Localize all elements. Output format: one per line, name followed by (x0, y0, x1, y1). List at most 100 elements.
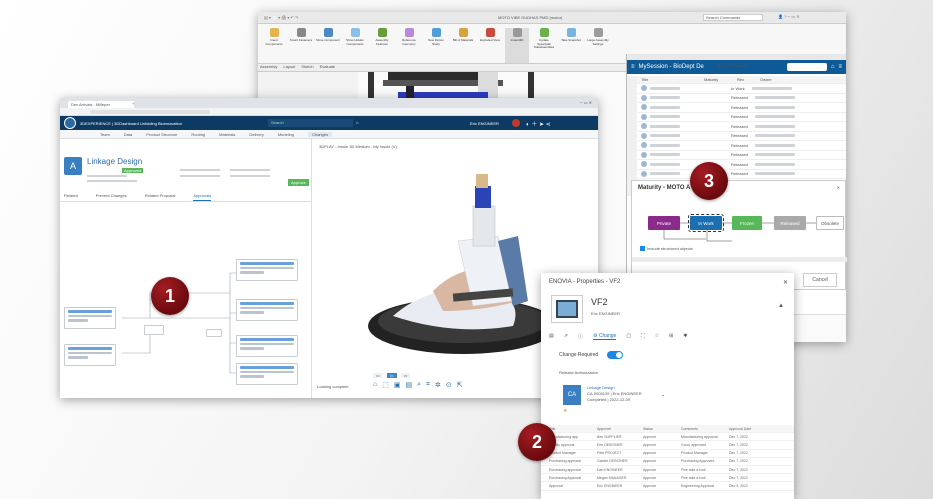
section-icon[interactable]: ▤ (405, 381, 412, 391)
settings-icon[interactable]: ✱ (683, 333, 687, 340)
share-icon[interactable]: ⇱ (457, 381, 463, 391)
view-mode-tab[interactable]: ▭ (400, 373, 411, 378)
camera-icon[interactable]: ⊙ (446, 381, 452, 391)
list-item[interactable]: Released (637, 141, 846, 151)
table-row[interactable]: Purchasing Approval Megan MANAGER Approve F… (541, 474, 794, 483)
sw-tool-active[interactable]: Instant3D (505, 28, 529, 63)
cancel-button[interactable]: Cancel (803, 273, 837, 287)
cube-icon[interactable]: ▣ (394, 381, 401, 391)
ca-title[interactable]: Linkage Design (587, 385, 615, 390)
tab-data[interactable]: Data (124, 132, 132, 137)
tab-approvals[interactable]: Approvals (193, 193, 212, 201)
grid-icon[interactable]: ⊞ (669, 333, 673, 340)
zoom-icon[interactable]: ⌕ (417, 381, 421, 391)
sw-tool[interactable]: Insert Components (262, 28, 286, 63)
checkbox-checked-icon[interactable] (640, 246, 645, 251)
list-item[interactable]: Released (637, 94, 846, 103)
panel-side-toolbar[interactable] (627, 76, 637, 196)
approval-node[interactable] (64, 307, 116, 329)
expand-icon[interactable]: ⛶ (641, 333, 645, 340)
sw-tool[interactable]: Take Snapshot (559, 28, 583, 63)
tab-routing[interactable]: Routing (191, 132, 205, 137)
tab-change[interactable]: ⚙ Change (592, 333, 617, 340)
calendar-icon[interactable]: ▤ (549, 333, 554, 340)
approve-button[interactable]: Approve (288, 179, 309, 186)
user-name[interactable]: Eric ENGINEER (470, 121, 499, 126)
menu-icon[interactable]: ≡ (838, 64, 842, 70)
approval-node[interactable] (64, 344, 116, 366)
change-required-toggle[interactable] (607, 351, 623, 359)
tab-evaluate[interactable]: Evaluate (320, 64, 336, 71)
tab-layout[interactable]: Layout (283, 64, 295, 71)
view-mode-tab[interactable]: ▭ (373, 373, 383, 378)
header-action-icons[interactable]: ◐ ＋ ➤ ⋖ (526, 119, 551, 128)
sw-tool[interactable]: Update Speedpak Subassemblies (532, 28, 556, 63)
search-input[interactable]: Search (268, 119, 353, 127)
sw-tool[interactable]: Assembly Features (370, 28, 394, 63)
sw-search-input[interactable]: Search Commands (703, 14, 763, 21)
list-item[interactable]: Released (637, 132, 846, 141)
include-checkbox-row[interactable]: Include structured objects (640, 246, 693, 251)
state-obsolete[interactable]: Obsolete (816, 216, 844, 230)
tab-prevent-changes[interactable]: Prevent Changes (96, 193, 127, 201)
approval-node[interactable] (236, 299, 298, 321)
session-label[interactable]: MySession - BioDept De (639, 64, 704, 70)
sw-tool[interactable]: Move Component (316, 28, 340, 63)
tab-modeling[interactable]: Modeling (278, 132, 294, 137)
tab-related-proposal[interactable]: Related Proposal (145, 193, 176, 201)
approval-node[interactable] (236, 335, 298, 357)
list-item[interactable]: Released (637, 151, 846, 160)
sw-tool[interactable]: Smart Fasteners (289, 28, 313, 63)
chat-icon[interactable]: ▢ (626, 333, 631, 340)
table-row[interactable]: Approval Eric ENGINEER Approve Engineering … (541, 482, 794, 491)
address-bar[interactable] (60, 108, 598, 116)
list-item[interactable]: Released (637, 160, 846, 170)
link-icon[interactable]: ⇗ (564, 333, 568, 340)
sw-tool[interactable]: Reference Geometry (397, 28, 421, 63)
compass-icon[interactable] (64, 117, 76, 129)
sw-tool[interactable]: Exploded View (478, 28, 502, 63)
home-icon[interactable]: ⌂ (373, 381, 377, 391)
sw-quick-access[interactable]: ▤ ▾ 📄 ▾ 🖨 ▾ ↶ ↷ (264, 15, 298, 20)
tag-icon[interactable]: ⌂ (831, 64, 835, 70)
table-row[interactable]: Purchasing approval Gabbie DESIGNER Approv… (541, 458, 794, 466)
tab-delivery[interactable]: Delivery (249, 132, 263, 137)
chevron-down-icon[interactable]: ⌄ (661, 392, 665, 398)
state-frozen[interactable]: Frozen (732, 216, 762, 230)
state-in-work[interactable]: In Work (688, 214, 724, 232)
measure-icon[interactable]: ⌗ (426, 381, 430, 391)
scrollbar[interactable] (632, 257, 847, 262)
tab-changes[interactable]: Changes (308, 131, 333, 137)
list-item[interactable]: In Work (637, 84, 846, 94)
tag-icon[interactable]: ⌂ (356, 120, 358, 125)
approval-node[interactable] (236, 363, 298, 385)
state-private[interactable]: Private (648, 216, 680, 230)
table-row[interactable]: Quality approval Erin DESIGNER Approve Good… (541, 441, 794, 450)
avatar[interactable] (512, 119, 520, 127)
tab-related[interactable]: Related (64, 193, 78, 201)
list-item[interactable]: Released (637, 122, 846, 132)
join-node[interactable] (206, 329, 222, 337)
sw-window-controls[interactable]: 👤 ? ─ ▭ ✕ (778, 14, 800, 19)
view-mode-tab-active[interactable]: ▭ (386, 373, 397, 378)
gear-icon[interactable]: ✲ (435, 381, 441, 391)
tab-product-structure[interactable]: Product Structure (146, 132, 177, 137)
list-item[interactable]: Released (637, 113, 846, 122)
approval-node[interactable] (236, 259, 298, 281)
browser-tab[interactable]: Dev Arrivals - Milleper (68, 101, 134, 108)
select-icon[interactable]: ⬚ (382, 381, 389, 391)
star-icon[interactable]: ☆ (655, 333, 659, 340)
sw-tool[interactable]: Large Assembly Settings (586, 28, 610, 63)
tab-assembly[interactable]: Assembly (260, 64, 277, 71)
collapse-icon[interactable]: ▲ (778, 303, 784, 309)
join-node[interactable] (144, 325, 164, 335)
sw-tool[interactable]: Bill of Materials (451, 28, 475, 63)
info-icon[interactable]: ⓘ (578, 333, 583, 340)
close-icon[interactable]: ✕ (783, 279, 788, 286)
table-row[interactable]: Manufacturing app Ben SUPPLIER Approve Manu… (541, 433, 794, 442)
sw-tool[interactable]: Show Hidden Components (343, 28, 367, 63)
sw-tool[interactable]: New Motion Study (424, 28, 448, 63)
tab-sketch[interactable]: Sketch (301, 64, 313, 71)
close-icon[interactable]: ✕ (837, 185, 840, 190)
panel-search-input[interactable] (786, 63, 827, 71)
